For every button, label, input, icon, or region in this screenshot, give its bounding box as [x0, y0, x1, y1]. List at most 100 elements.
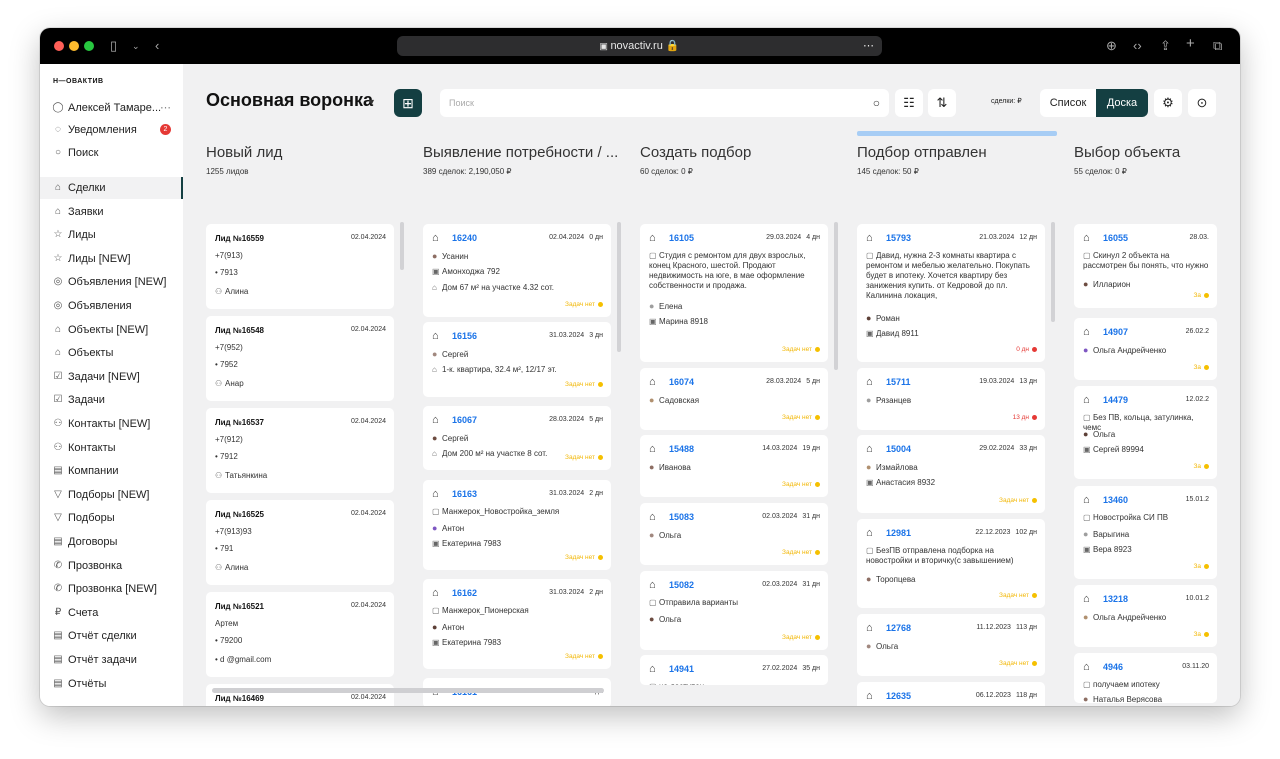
deal-card[interactable]: ⌂ 16162 31.03.2024 2 дн ▢ Манжерок_Пионерская…	[423, 579, 611, 669]
deal-number[interactable]: 16055	[1103, 233, 1128, 243]
zoom-window-button[interactable]	[84, 41, 94, 51]
deal-number[interactable]: 15711	[886, 377, 911, 387]
new-tab-icon[interactable]: +	[1186, 36, 1195, 52]
sidebar-item[interactable]: ▤ Отчёт сделки	[40, 625, 183, 647]
lead-card[interactable]: Лид №16559 02.04.2024 +7(913) • 7913 ⚇ Алина	[206, 224, 394, 309]
sidebar-item[interactable]: ✆ Прозвонка	[40, 555, 183, 577]
lead-card[interactable]: Лид №16525 02.04.2024 +7(913)93 • 791 ⚇ Алина	[206, 500, 394, 585]
deal-card[interactable]: ⌂ 16055 28.03. ▢ Скинул 2 объекта на рассмот…	[1074, 224, 1217, 308]
deal-number[interactable]: 16074	[669, 377, 694, 387]
lead-card[interactable]: Лид №16537 02.04.2024 +7(912) • 7912 ⚇ Татьян…	[206, 408, 394, 493]
lead-card[interactable]: Лид №16548 02.04.2024 +7(952) • 7952 ⚇ Анар	[206, 316, 394, 401]
sidebar-item[interactable]: ⌂ Заявки	[40, 201, 183, 223]
deal-number[interactable]: 16163	[452, 489, 477, 499]
funnel-title[interactable]: Основная воронка	[206, 90, 373, 111]
deal-number[interactable]: 13460	[1103, 495, 1128, 505]
code-icon[interactable]: ‹›	[1133, 38, 1142, 54]
search-input[interactable]: Поиск ○	[440, 89, 889, 117]
deal-number[interactable]: 12981	[886, 528, 911, 538]
sidebar-user[interactable]: ◯ Алексей Тамаре... ⋯	[40, 97, 183, 119]
sidebar-item[interactable]: ⚇ Контакты [NEW]	[40, 413, 183, 435]
deal-number[interactable]: 16067	[452, 415, 477, 425]
deal-number[interactable]: 15004	[886, 444, 911, 454]
deal-card[interactable]: ⌂ 13460 15.01.2 ▢ Новостройка СИ ПВ ● Варыгина…	[1074, 486, 1217, 579]
deal-number[interactable]: 15488	[669, 444, 694, 454]
sidebar-item[interactable]: ⚇ Контакты	[40, 437, 183, 459]
deal-card[interactable]: ⌂ 16105 29.03.2024 4 дн ▢ Студия с ремонтом д…	[640, 224, 828, 362]
deal-number[interactable]: 13218	[1103, 594, 1128, 604]
sidebar-item[interactable]: ☑ Задачи [NEW]	[40, 366, 183, 388]
deal-number[interactable]: 16105	[669, 233, 694, 243]
vertical-scrollbar[interactable]	[1051, 222, 1055, 322]
vertical-scrollbar[interactable]	[400, 222, 404, 270]
sidebar-toggle-icon[interactable]: ▯	[110, 38, 117, 54]
deal-number[interactable]: 16240	[452, 233, 477, 243]
horizontal-scrollbar[interactable]	[212, 688, 604, 693]
deal-number[interactable]: 14479	[1103, 395, 1128, 405]
deal-card[interactable]: ⌂ 15004 29.02.2024 33 дн ● Измайлова ▣ Анастаси…	[857, 435, 1045, 513]
back-icon[interactable]: ‹	[155, 38, 159, 54]
deal-card[interactable]: ⌂ 16156 31.03.2024 3 дн ● Сергей ⌂ 1-к. квартир…	[423, 322, 611, 397]
deal-card[interactable]: ⌂ 15793 21.03.2024 12 дн ▢ Давид, нужна 2-3 к…	[857, 224, 1045, 362]
sort-button[interactable]: ⇅	[928, 89, 956, 117]
deal-card[interactable]: ⌂ 16163 31.03.2024 2 дн ▢ Манжерок_Новостройк…	[423, 480, 611, 570]
view-board-button[interactable]: Доска	[1096, 89, 1148, 117]
deal-number[interactable]: 4946	[1103, 662, 1123, 672]
deal-number[interactable]: 15793	[886, 233, 911, 243]
deal-card[interactable]: ⌂1494127.02.202435 дн▢не доступен●Садовс…	[640, 655, 828, 685]
chevron-down-icon[interactable]: ⌄	[132, 38, 140, 54]
sidebar-item[interactable]: ⌂ Объекты [NEW]	[40, 319, 183, 341]
deal-number[interactable]: 16156	[452, 331, 477, 341]
deal-number[interactable]: 12635	[886, 691, 911, 701]
sidebar-item[interactable]: ⌂ Объекты	[40, 342, 183, 364]
minimize-window-button[interactable]	[69, 41, 79, 51]
deal-card[interactable]: ⌂ 14479 12.02.2 ▢ Без ПВ, кольца, затулинка,…	[1074, 386, 1217, 479]
sidebar-item[interactable]: ▽ Подборы [NEW]	[40, 484, 183, 506]
deal-number[interactable]: 12768	[886, 623, 911, 633]
deal-card[interactable]: ⌂ 14907 26.02.2 ● Ольга Андрейченко За	[1074, 318, 1217, 380]
address-bar[interactable]: ▣ novactiv.ru 🔒 ⋯	[397, 36, 882, 56]
vertical-scrollbar[interactable]	[617, 222, 621, 352]
sidebar-item[interactable]: ◎ Объявления [NEW]	[40, 271, 183, 293]
sidebar-item[interactable]: ☆ Лиды [NEW]	[40, 248, 183, 270]
sidebar-item[interactable]: ✆ Прозвонка [NEW]	[40, 578, 183, 600]
deal-card[interactable]: ⌂ 12768 11.12.2023 113 дн ● Ольга Задач нет	[857, 614, 1045, 676]
sidebar-item[interactable]: ◎ Объявления	[40, 295, 183, 317]
deal-card[interactable]: ⌂ 16067 28.03.2024 5 дн ● Сергей ⌂ Дом 200 м² н…	[423, 406, 611, 470]
sidebar-item[interactable]: ▽ Подборы	[40, 507, 183, 529]
view-list-button[interactable]: Список	[1040, 89, 1096, 117]
download-icon[interactable]: ⊕	[1106, 38, 1117, 54]
deal-card[interactable]: ⌂ 4946 03.11.20 ▢ получаем ипотеку ● Наталья В…	[1074, 653, 1217, 703]
sidebar-item[interactable]: ☆ Лиды	[40, 224, 183, 246]
chevron-down-icon[interactable]: ▼	[367, 97, 376, 107]
deal-card[interactable]: ⌂ 15083 02.03.2024 31 дн ● Ольга Задач нет	[640, 503, 828, 565]
deal-card[interactable]: ⌂ 13218 10.01.2 ● Ольга Андрейченко За	[1074, 585, 1217, 647]
filter-button[interactable]: ☷	[895, 89, 923, 117]
close-window-button[interactable]	[54, 41, 64, 51]
settings-button[interactable]: ⚙	[1154, 89, 1182, 117]
deal-card[interactable]: ⌂ 16240 02.04.2024 0 дн ● Усанин ▣ Амонходжа 79…	[423, 224, 611, 317]
sidebar-item[interactable]: ▤ Компании	[40, 460, 183, 482]
share-icon[interactable]: ⇪	[1160, 38, 1171, 54]
lead-card[interactable]: Лид №16521 02.04.2024 Артем • 79200 • d @gma…	[206, 592, 394, 677]
sidebar-item[interactable]: ▤ Отчёт задачи	[40, 649, 183, 671]
sidebar-search[interactable]: ○ Поиск	[40, 142, 183, 164]
deal-number[interactable]: 14907	[1103, 327, 1128, 337]
deal-card[interactable]: ⌂ 15488 14.03.2024 19 дн ● Иванова Задач нет	[640, 435, 828, 497]
sidebar-item[interactable]: ▤ Договоры	[40, 531, 183, 553]
sidebar-notifications[interactable]: ◌ Уведомления 2	[40, 119, 183, 141]
deal-card[interactable]: ⌂ 12981 22.12.2023 102 дн ▢ БезПВ отправлена …	[857, 519, 1045, 608]
sidebar-item[interactable]: ₽ Счета	[40, 602, 183, 624]
sidebar-item[interactable]: ▤ Отчёты	[40, 673, 183, 695]
vertical-scrollbar[interactable]	[834, 222, 838, 370]
deal-card[interactable]: ⌂ 12635 06.12.2023 118 дн	[857, 682, 1045, 706]
deal-card[interactable]: ⌂ 16074 28.03.2024 5 дн ● Садовская Задач нет	[640, 368, 828, 430]
add-deal-button[interactable]: ⊞	[394, 89, 422, 117]
deal-card[interactable]: ⌂ 15082 02.03.2024 31 дн ▢ Отправила варианты…	[640, 571, 828, 650]
deal-number[interactable]: 16162	[452, 588, 477, 598]
sidebar-item[interactable]: ☑ Задачи	[40, 389, 183, 411]
sidebar-item[interactable]: ⌂ Сделки	[40, 177, 183, 199]
more-icon[interactable]: ⋯	[863, 36, 874, 56]
tabs-overview-icon[interactable]: ⧉	[1213, 38, 1222, 54]
deal-card[interactable]: ⌂ 15711 19.03.2024 13 дн ● Рязанцев 13 дн	[857, 368, 1045, 430]
